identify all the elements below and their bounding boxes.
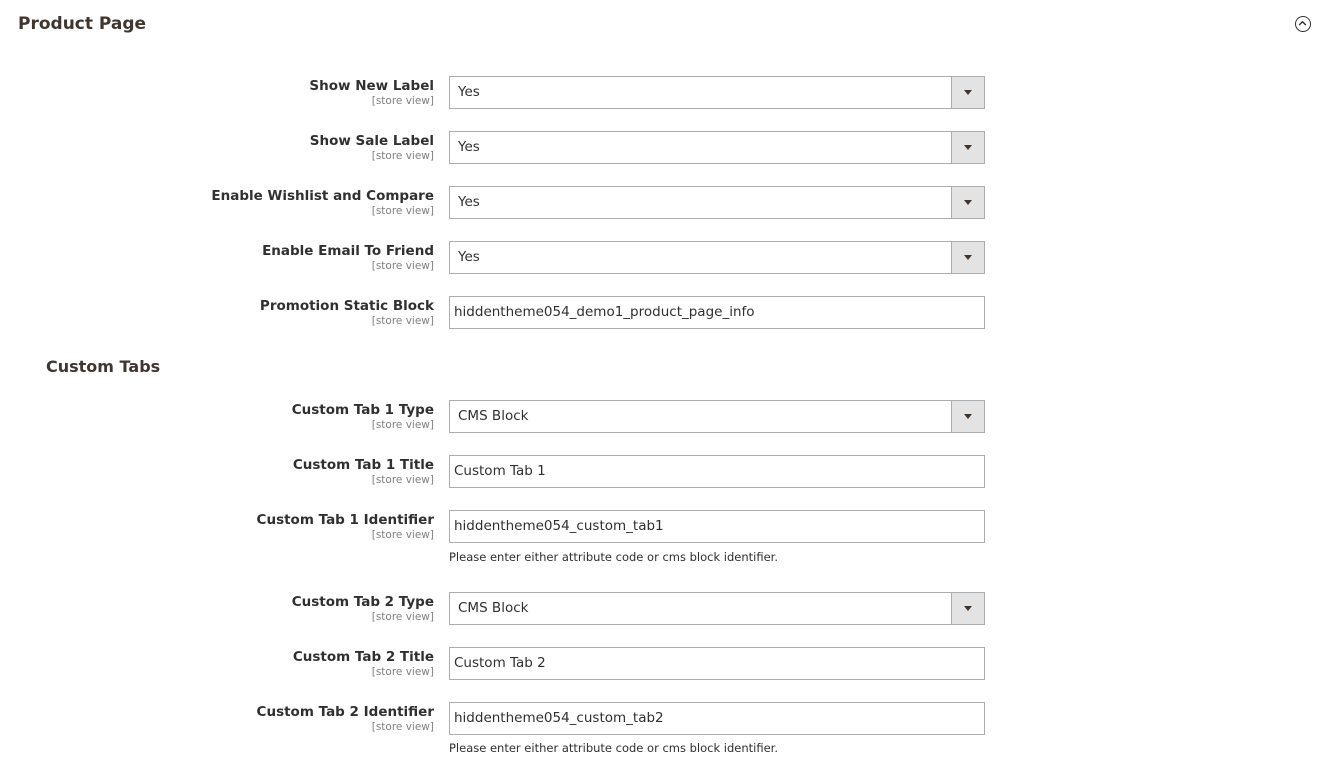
field-note: Please enter either attribute code or cm… [449, 741, 779, 755]
field-row-show-sale-label: Show Sale Label [store view] Yes [0, 131, 1000, 165]
field-label: Enable Email To Friend [262, 243, 434, 259]
field-label-group: Custom Tab 1 Type [store view] [292, 400, 434, 431]
field-row-custom-tab-2-title: Custom Tab 2 Title [store view] Custom T… [0, 647, 1000, 681]
field-row-custom-tab-1-identifier: Custom Tab 1 Identifier [store view] hid… [0, 510, 1000, 544]
input-value: Custom Tab 2 [454, 655, 546, 671]
field-label: Custom Tab 2 Identifier [256, 704, 434, 720]
enable-email-to-friend-select[interactable]: Yes [449, 241, 985, 274]
field-row-enable-wishlist-compare: Enable Wishlist and Compare [store view]… [0, 186, 1000, 220]
scope-label: [store view] [371, 474, 434, 486]
select-value: Yes [458, 249, 480, 265]
select-value: Yes [458, 194, 480, 210]
custom-tab-1-title-input[interactable]: Custom Tab 1 [449, 455, 985, 488]
field-label-group: Enable Wishlist and Compare [store view] [211, 186, 434, 217]
enable-wishlist-compare-select[interactable]: Yes [449, 186, 985, 219]
field-label: Custom Tab 1 Title [292, 457, 434, 473]
field-label-group: Custom Tab 1 Identifier [store view] [257, 510, 434, 541]
dropdown-arrow-icon[interactable] [951, 242, 984, 273]
field-label-group: Custom Tab 2 Identifier [store view] [257, 702, 434, 733]
field-row-custom-tab-1-title: Custom Tab 1 Title [store view] Custom T… [0, 455, 1000, 489]
input-value: Custom Tab 1 [454, 463, 546, 479]
scope-label: [store view] [371, 150, 434, 162]
dropdown-arrow-icon[interactable] [951, 187, 984, 218]
field-label: Show Sale Label [309, 133, 434, 149]
custom-tabs-heading: Custom Tabs [46, 357, 161, 376]
scope-label: [store view] [371, 419, 434, 431]
scope-label: [store view] [371, 205, 434, 217]
field-label-group: Custom Tab 2 Title [store view] [293, 647, 434, 678]
field-note: Please enter either attribute code or cm… [449, 550, 779, 564]
field-label-group: Show New Label [store view] [309, 76, 434, 107]
field-label: Custom Tab 1 Identifier [256, 512, 434, 528]
scope-label: [store view] [371, 95, 434, 107]
input-value: hiddentheme054_custom_tab1 [454, 518, 664, 534]
custom-tab-1-identifier-input[interactable]: hiddentheme054_custom_tab1 [449, 510, 985, 543]
custom-tab-1-type-select[interactable]: CMS Block [449, 400, 985, 433]
field-label-group: Show Sale Label [store view] [310, 131, 434, 162]
dropdown-arrow-icon[interactable] [951, 77, 984, 108]
field-label: Custom Tab 2 Title [292, 649, 434, 665]
field-label-group: Custom Tab 1 Title [store view] [293, 455, 434, 486]
select-value: CMS Block [458, 408, 529, 424]
field-row-custom-tab-2-identifier: Custom Tab 2 Identifier [store view] hid… [0, 702, 1000, 736]
field-label-group: Enable Email To Friend [store view] [262, 241, 434, 272]
field-label: Promotion Static Block [259, 298, 434, 314]
field-row-promotion-static-block: Promotion Static Block [store view] hidd… [0, 296, 1000, 330]
field-label-group: Custom Tab 2 Type [store view] [292, 592, 434, 623]
custom-tab-2-type-select[interactable]: CMS Block [449, 592, 985, 625]
select-value: CMS Block [458, 600, 529, 616]
section-header[interactable]: Product Page [18, 12, 1318, 38]
field-label: Enable Wishlist and Compare [211, 188, 434, 204]
show-new-label-select[interactable]: Yes [449, 76, 985, 109]
field-label: Show New Label [309, 78, 434, 94]
field-label-group: Promotion Static Block [store view] [260, 296, 434, 327]
scope-label: [store view] [371, 260, 434, 272]
field-row-enable-email-to-friend: Enable Email To Friend [store view] Yes [0, 241, 1000, 275]
chevron-up-circle-icon[interactable] [1295, 16, 1311, 32]
scope-label: [store view] [371, 315, 434, 327]
field-label: Custom Tab 1 Type [291, 402, 434, 418]
field-row-show-new-label: Show New Label [store view] Yes [0, 76, 1000, 110]
dropdown-arrow-icon[interactable] [951, 401, 984, 432]
select-value: Yes [458, 139, 480, 155]
show-sale-label-select[interactable]: Yes [449, 131, 985, 164]
custom-tab-2-title-input[interactable]: Custom Tab 2 [449, 647, 985, 680]
field-row-custom-tab-2-type: Custom Tab 2 Type [store view] CMS Block [0, 592, 1000, 626]
select-value: Yes [458, 84, 480, 100]
promotion-static-block-input[interactable]: hiddentheme054_demo1_product_page_info [449, 296, 985, 329]
scope-label: [store view] [371, 611, 434, 623]
scope-label: [store view] [371, 666, 434, 678]
input-value: hiddentheme054_demo1_product_page_info [454, 304, 755, 320]
field-row-custom-tab-1-type: Custom Tab 1 Type [store view] CMS Block [0, 400, 1000, 434]
custom-tab-2-identifier-input[interactable]: hiddentheme054_custom_tab2 [449, 702, 985, 735]
scope-label: [store view] [371, 721, 434, 733]
field-label: Custom Tab 2 Type [291, 594, 434, 610]
scope-label: [store view] [371, 529, 434, 541]
input-value: hiddentheme054_custom_tab2 [454, 710, 664, 726]
dropdown-arrow-icon[interactable] [951, 132, 984, 163]
section-title[interactable]: Product Page [18, 12, 146, 36]
dropdown-arrow-icon[interactable] [951, 593, 984, 624]
